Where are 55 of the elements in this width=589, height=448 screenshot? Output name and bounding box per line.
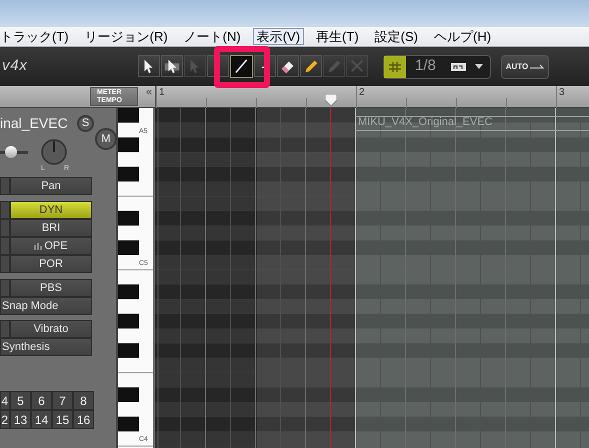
number-button[interactable]: 16 (73, 410, 94, 429)
parameter-button[interactable]: Snap Mode (0, 297, 92, 315)
parameter-button[interactable]: POR (10, 255, 92, 273)
note-length-icon (450, 62, 466, 70)
menu-item[interactable]: トラック(T) (0, 29, 73, 44)
number-button[interactable]: 6 (31, 391, 52, 410)
number-button[interactable]: 14 (31, 410, 52, 429)
number-button[interactable]: 5 (10, 391, 31, 410)
caret-icon[interactable] (474, 64, 483, 69)
parameter-button[interactable]: PBS (10, 279, 92, 297)
menu-item[interactable]: 表示(V) (252, 28, 304, 45)
line-icon (235, 59, 248, 74)
close-icon (348, 57, 366, 75)
tool-button[interactable] (161, 55, 183, 77)
solo-button[interactable]: S (77, 115, 94, 132)
number-button[interactable]: 7 (52, 391, 73, 410)
slider-thumb[interactable] (4, 146, 17, 158)
logo: v4x (2, 56, 29, 76)
auto-button[interactable]: AUTO (501, 54, 549, 78)
level-meter-icon (34, 242, 42, 250)
bar-number: 3 (559, 86, 565, 100)
parameter-button[interactable]: DYN (10, 201, 92, 219)
parameter-button[interactable]: OPE (10, 237, 92, 255)
volume-slider[interactable] (0, 146, 28, 158)
number-button[interactable]: 8 (73, 391, 94, 410)
bar-number: 2 (359, 86, 365, 100)
quantize-value: 1/8 (415, 56, 436, 76)
grid-snap-button[interactable] (384, 56, 406, 78)
region-label: MIKU_V4X_Original_EVEC (358, 115, 493, 130)
menu-item[interactable]: ヘルプ(H) (430, 29, 496, 44)
track-name: inal_EVEC (0, 114, 68, 133)
menu-item[interactable]: 再生(T) (312, 29, 363, 44)
grid-icon (389, 62, 401, 72)
mute-button[interactable]: M (95, 128, 117, 150)
bar-number: 1 (159, 86, 165, 100)
tool-button[interactable] (300, 55, 322, 77)
parameter-button[interactable]: Pan (10, 177, 92, 195)
parameter-button[interactable]: Synthesis (0, 338, 92, 356)
box-select-icon (163, 57, 181, 75)
tool-button[interactable] (277, 55, 299, 77)
menu-item[interactable]: 設定(S) (370, 29, 422, 44)
piano-keyboard-drawing[interactable] (118, 108, 153, 448)
tool-button[interactable] (230, 55, 253, 78)
tool-button[interactable] (138, 55, 160, 77)
playhead-marker-icon[interactable] (325, 94, 337, 106)
number-button[interactable]: 15 (52, 410, 73, 429)
collapse-button[interactable]: « (146, 84, 152, 101)
menu-item[interactable]: リージョン(R) (80, 29, 172, 44)
parameter-button[interactable]: BRI (10, 219, 92, 237)
parameter-button[interactable]: Vibrato (10, 320, 92, 338)
pan-knob-icon[interactable] (39, 137, 69, 167)
number-button[interactable]: 2 (0, 410, 10, 429)
number-button[interactable]: 13 (10, 410, 31, 429)
number-button[interactable]: 4 (0, 391, 10, 410)
menu-item[interactable]: ノート(N) (180, 29, 245, 44)
